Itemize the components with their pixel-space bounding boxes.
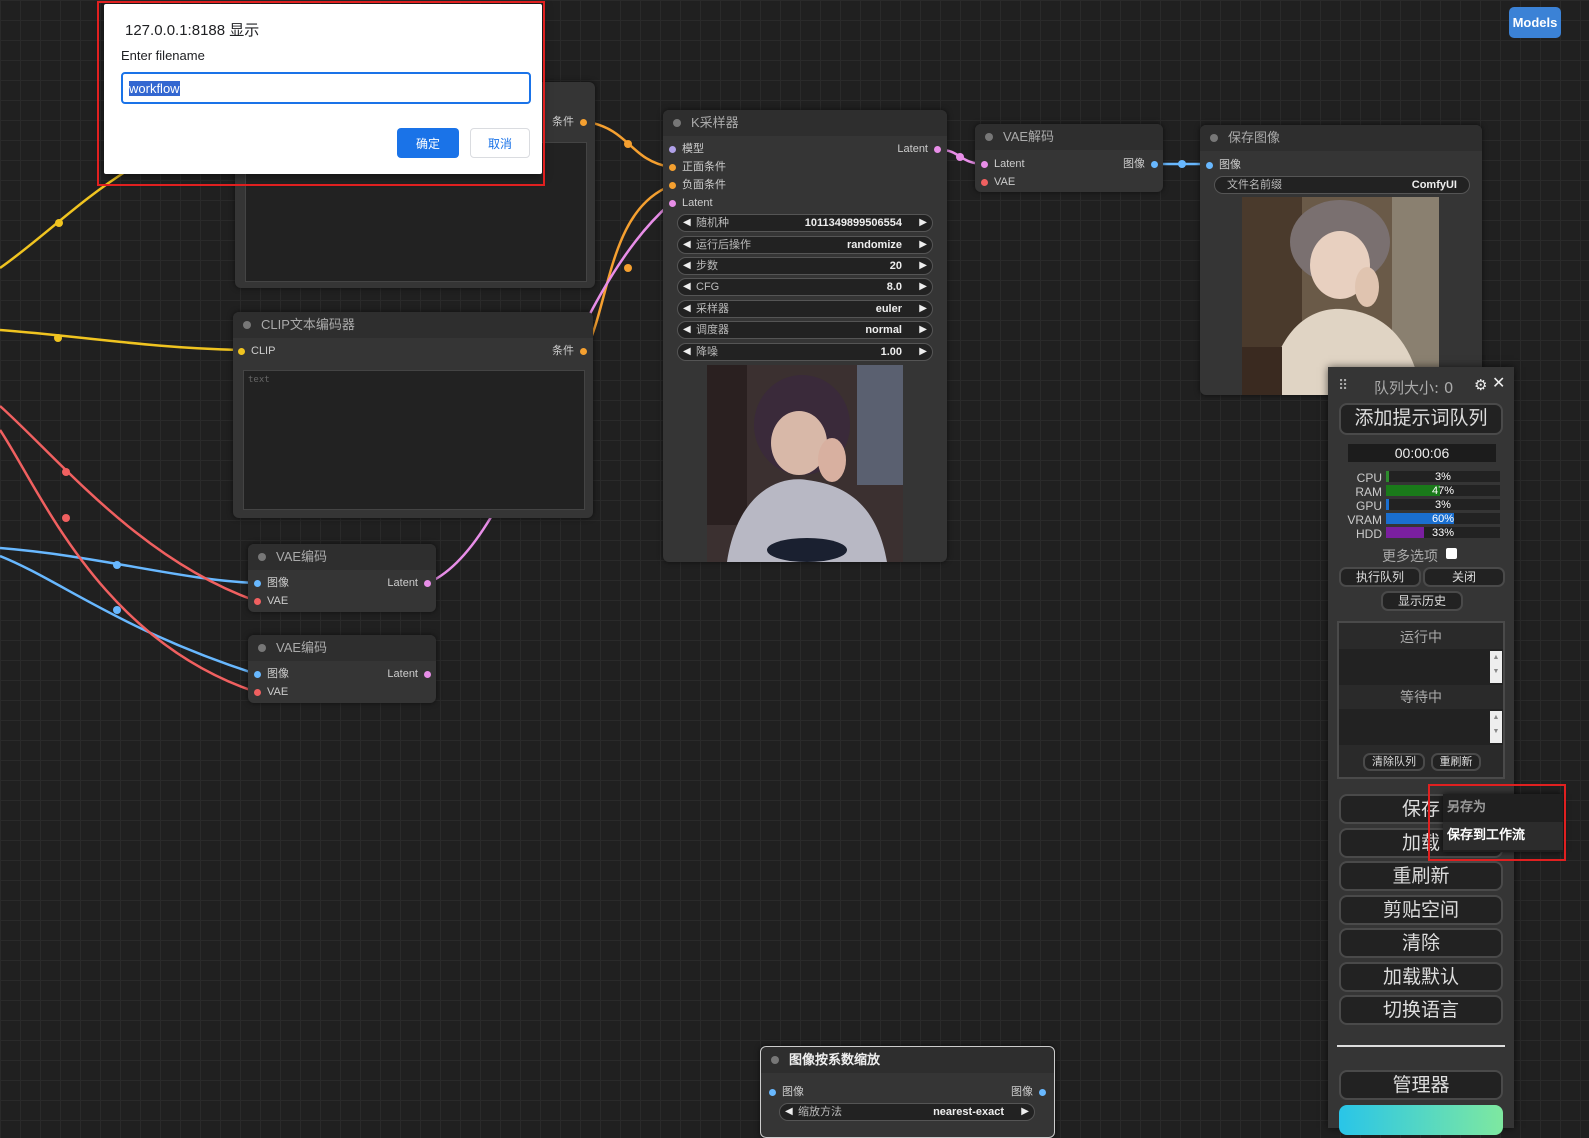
- clip2-input-clip[interactable]: CLIP: [238, 343, 275, 359]
- widget-denoise[interactable]: ◀ 降噪 1.00 ▶: [677, 343, 933, 361]
- drag-handle-icon[interactable]: ⠿: [1338, 377, 1348, 394]
- pending-list[interactable]: ▲ ▼: [1339, 709, 1503, 745]
- vae-encode1-output-latent[interactable]: Latent: [387, 575, 431, 591]
- vae-encode2-input-image[interactable]: 图像: [254, 666, 289, 682]
- vae-encode2-input-vae[interactable]: VAE: [254, 684, 288, 700]
- image-scale-node[interactable]: 图像按系数缩放 图像 图像 ◀ 缩放方法 nearest-exact ▶: [760, 1046, 1055, 1138]
- widget-cfg[interactable]: ◀ CFG 8.0 ▶: [677, 278, 933, 296]
- running-header: 运行中: [1400, 630, 1442, 646]
- vae-decode-node[interactable]: VAE解码 Latent VAE 图像: [975, 124, 1163, 192]
- ksampler-input-positive[interactable]: 正面条件: [669, 159, 726, 175]
- scale-input-image[interactable]: 图像: [769, 1084, 804, 1100]
- saved-image: [1242, 197, 1439, 395]
- widget-control-after[interactable]: ◀ 运行后操作 randomize ▶: [677, 236, 933, 254]
- scrollbar[interactable]: ▲ ▼: [1490, 711, 1502, 743]
- save-image-node[interactable]: 保存图像 图像 文件名前缀 ComfyUI: [1200, 125, 1482, 395]
- node-title[interactable]: 图像按系数缩放: [761, 1047, 1054, 1073]
- widget-steps[interactable]: ◀ 步数 20 ▶: [677, 257, 933, 275]
- queue-list-panel: 运行中 ▲ ▼ 等待中 ▲ ▼ 清除队列 重刷新: [1337, 621, 1505, 779]
- system-stats: CPU 3% RAM 47% GPU 3% VRAM 60% HDD 33%: [1332, 471, 1508, 541]
- timer-display: 00:00:06: [1348, 444, 1496, 462]
- stat-cpu: CPU 3%: [1332, 471, 1508, 485]
- vae-decode-input-latent[interactable]: Latent: [981, 156, 1025, 172]
- load-default-button[interactable]: 加载默认: [1339, 962, 1503, 992]
- vae-decode-output-image[interactable]: 图像: [1123, 156, 1158, 172]
- gear-icon[interactable]: ⚙: [1474, 376, 1487, 394]
- ksampler-output-latent[interactable]: Latent: [897, 141, 941, 157]
- node-title[interactable]: CLIP文本编码器: [233, 312, 593, 338]
- clip2-output-conditioning[interactable]: 条件: [552, 343, 587, 359]
- gradient-button[interactable]: [1339, 1105, 1503, 1135]
- ksampler-input-latent[interactable]: Latent: [669, 195, 713, 211]
- vae-encode2-output-latent[interactable]: Latent: [387, 666, 431, 682]
- manager-button[interactable]: 管理器: [1339, 1070, 1503, 1100]
- close-icon[interactable]: ✕: [1492, 373, 1505, 393]
- vae-encode-node-1[interactable]: VAE编码 图像 VAE Latent: [248, 544, 436, 612]
- node-title[interactable]: VAE编码: [248, 635, 436, 661]
- ksampler-input-model[interactable]: 模型: [669, 141, 704, 157]
- highlight-box: [1428, 784, 1566, 861]
- show-history-button[interactable]: 显示历史: [1381, 591, 1463, 611]
- clip1-output-conditioning[interactable]: 条件: [552, 114, 587, 130]
- clip2-text-area[interactable]: text: [243, 370, 585, 510]
- menu-divider: [1337, 1045, 1505, 1047]
- save-image-input-image[interactable]: 图像: [1206, 157, 1241, 173]
- switch-language-button[interactable]: 切换语言: [1339, 995, 1503, 1025]
- pending-header: 等待中: [1400, 690, 1442, 706]
- stat-gpu: GPU 3%: [1332, 499, 1508, 513]
- widget-upscale-method[interactable]: ◀ 缩放方法 nearest-exact ▶: [779, 1103, 1035, 1121]
- comfy-menu-panel: ⠿ 队列大小: 0 ⚙ ✕ 添加提示词队列 00:00:06 CPU 3% RA…: [1328, 367, 1514, 1135]
- refresh-queue-button[interactable]: 重刷新: [1431, 753, 1481, 771]
- execute-queue-button[interactable]: 执行队列: [1339, 567, 1421, 587]
- models-button[interactable]: Models: [1509, 7, 1561, 38]
- vae-decode-input-vae[interactable]: VAE: [981, 174, 1015, 190]
- vae-encode-node-2[interactable]: VAE编码 图像 VAE Latent: [248, 635, 436, 703]
- node-title[interactable]: K采样器: [663, 110, 947, 136]
- more-options-checkbox[interactable]: [1446, 548, 1457, 559]
- stat-ram: RAM 47%: [1332, 485, 1508, 499]
- node-title[interactable]: 保存图像: [1200, 125, 1482, 151]
- widget-scheduler[interactable]: ◀ 调度器 normal ▶: [677, 321, 933, 339]
- running-list[interactable]: ▲ ▼: [1339, 649, 1503, 685]
- more-options-label: 更多选项: [1382, 549, 1438, 565]
- refresh-button[interactable]: 重刷新: [1339, 861, 1503, 891]
- scale-output-image[interactable]: 图像: [1011, 1084, 1046, 1100]
- vae-encode1-input-vae[interactable]: VAE: [254, 593, 288, 609]
- queue-size-label: 队列大小: 0: [1374, 379, 1454, 397]
- node-title[interactable]: VAE编码: [248, 544, 436, 570]
- vae-encode1-input-image[interactable]: 图像: [254, 575, 289, 591]
- ksampler-input-negative[interactable]: 负面条件: [669, 177, 726, 193]
- queue-prompt-button[interactable]: 添加提示词队列: [1339, 403, 1503, 435]
- clipspace-button[interactable]: 剪贴空间: [1339, 895, 1503, 925]
- stat-hdd: HDD 33%: [1332, 527, 1508, 541]
- node-title[interactable]: VAE解码: [975, 124, 1163, 150]
- widget-seed[interactable]: ◀ 随机种 1011349899506554 ▶: [677, 214, 933, 232]
- close-queue-button[interactable]: 关闭: [1423, 567, 1505, 587]
- ksampler-node[interactable]: K采样器 模型 正面条件 负面条件 Latent Latent ◀ 随机种 1011…: [663, 110, 947, 562]
- preview-image: [707, 365, 903, 562]
- scrollbar[interactable]: ▲ ▼: [1490, 651, 1502, 683]
- clear-queue-button[interactable]: 清除队列: [1363, 753, 1425, 771]
- clip-text-encoder-node-2[interactable]: CLIP文本编码器 CLIP 条件 text: [233, 312, 593, 518]
- stat-vram: VRAM 60%: [1332, 513, 1508, 527]
- widget-filename-prefix[interactable]: 文件名前缀 ComfyUI: [1214, 176, 1470, 194]
- widget-sampler[interactable]: ◀ 采样器 euler ▶: [677, 300, 933, 318]
- clear-button[interactable]: 清除: [1339, 928, 1503, 958]
- highlight-box: [97, 1, 545, 186]
